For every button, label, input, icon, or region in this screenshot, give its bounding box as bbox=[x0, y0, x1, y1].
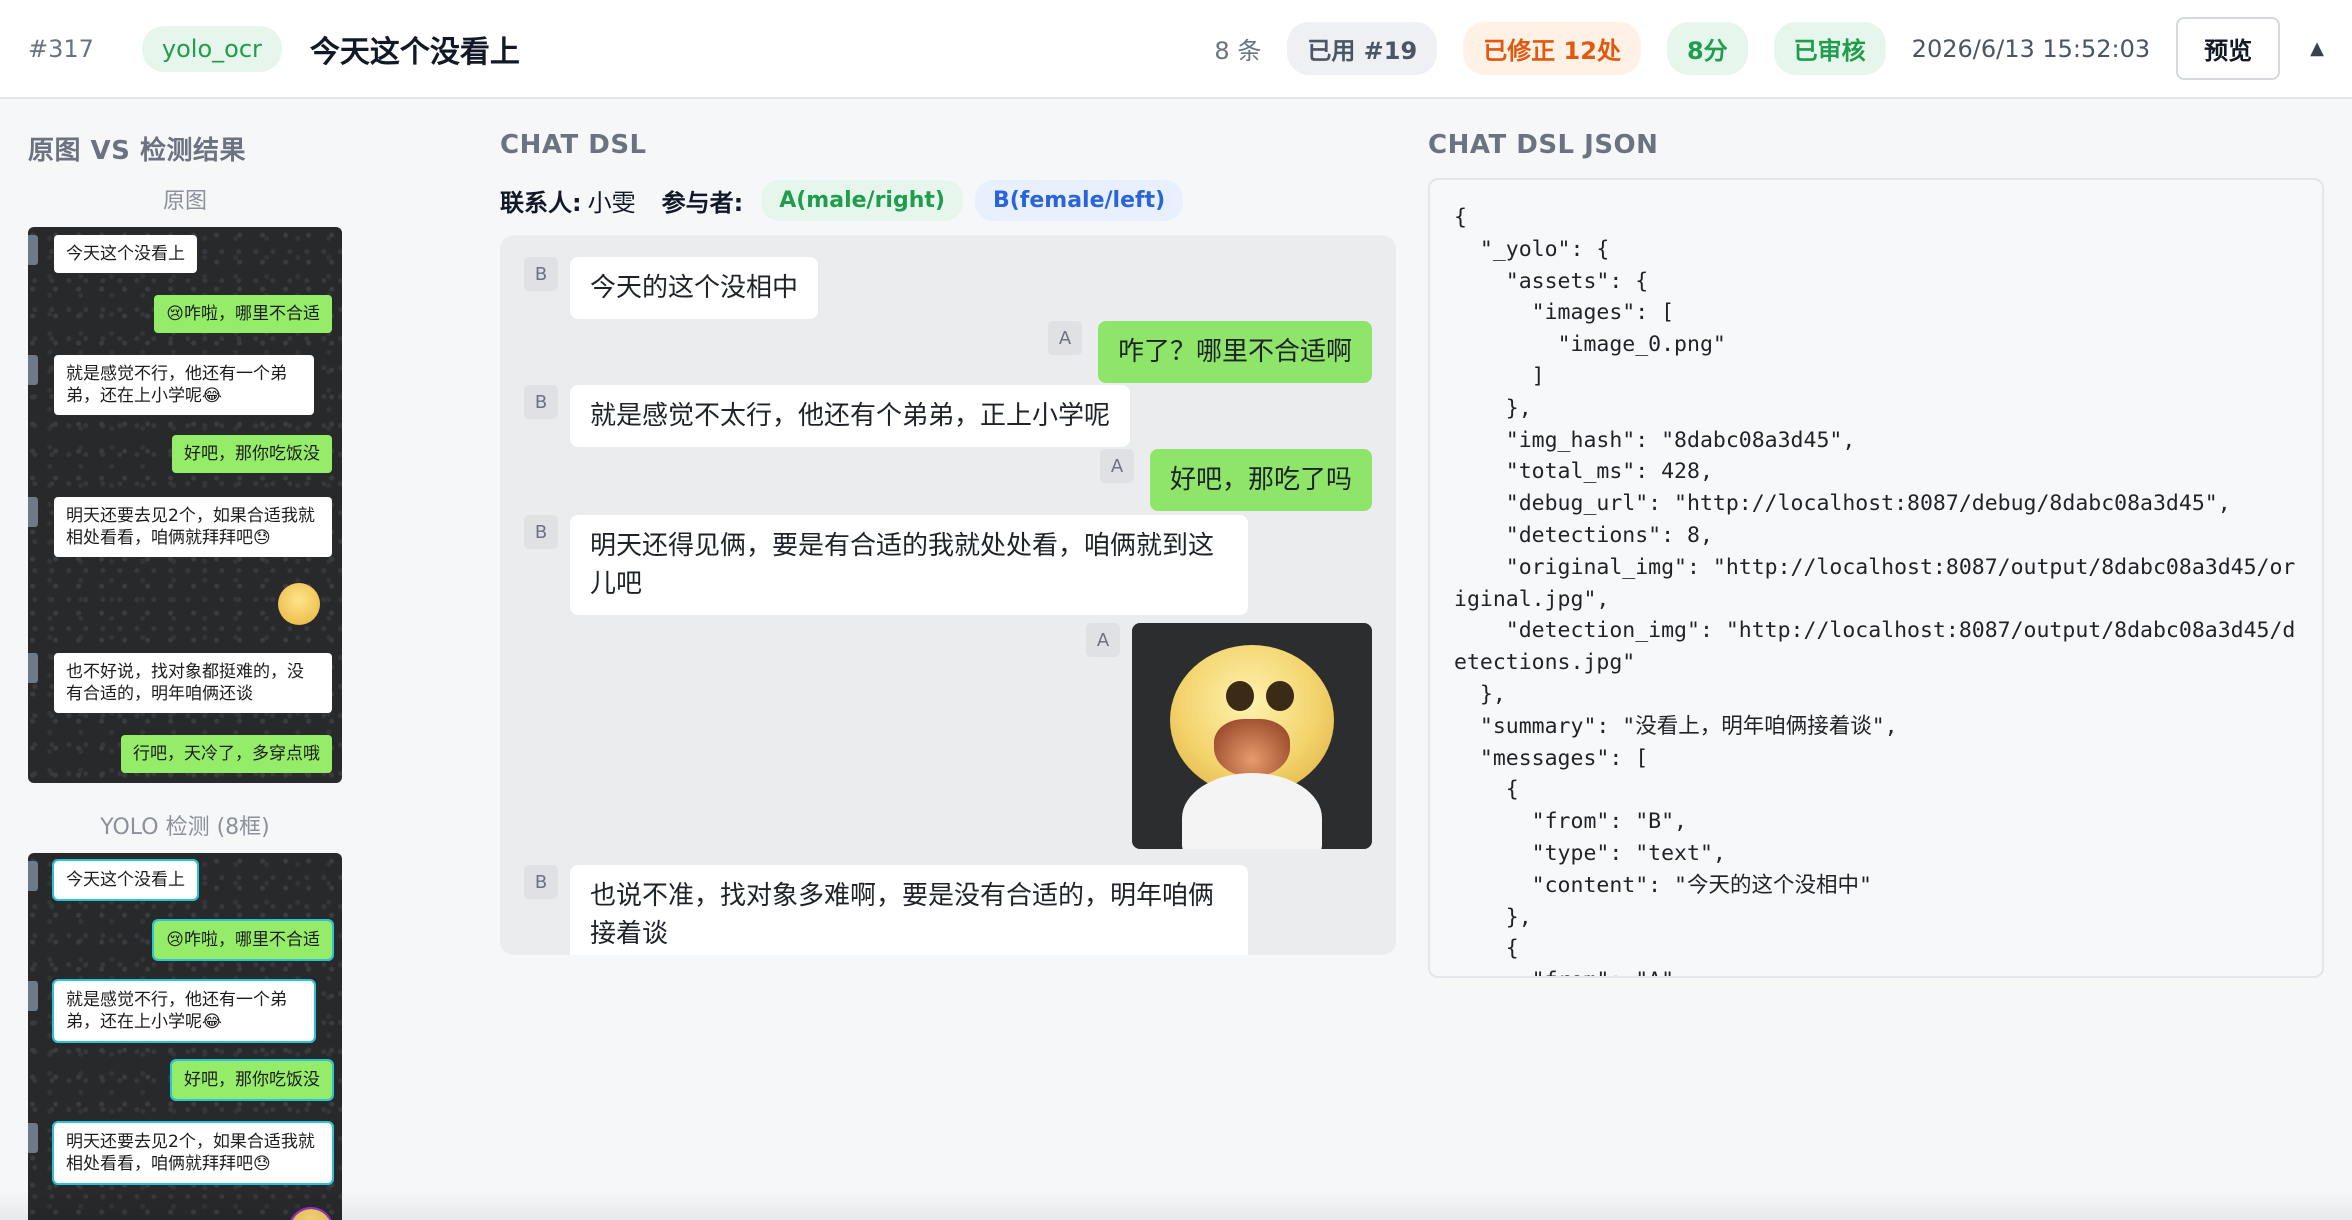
original-screenshot: 今天这个没看上 😢咋啦，哪里不合适 就是感觉不行，他还有一个弟弟，还在上小学呢😂… bbox=[28, 227, 342, 783]
mini-bubble: 就是感觉不行，他还有一个弟弟，还在上小学呢😂 bbox=[54, 355, 314, 415]
record-title: 今天这个没看上 bbox=[309, 34, 520, 70]
message-bubble: 好吧，那吃了吗 bbox=[1149, 449, 1372, 511]
speaker-tag: B bbox=[524, 257, 558, 291]
detection-box: 明天还要去见2个，如果合适我就相处看看，咱俩就拜拜吧😓 bbox=[52, 1121, 334, 1185]
avatar bbox=[28, 235, 38, 265]
message-bubble: 就是感觉不太行，他还有个弟弟，正上小学呢 bbox=[570, 385, 1131, 447]
participants-row: 联系人: 小雯 参与者: A(male/right) B(female/left… bbox=[500, 180, 1396, 221]
sticker-eye bbox=[1266, 681, 1294, 711]
status-badge: 已审核 bbox=[1773, 22, 1886, 75]
speaker-tag: B bbox=[524, 865, 558, 899]
detection-caption: YOLO 检测 (8框) bbox=[100, 815, 270, 840]
message-bubble: 咋了？哪里不合适啊 bbox=[1097, 321, 1372, 383]
avatar bbox=[28, 1123, 38, 1153]
json-panel: CHAT DSL JSON { "_yolo": { "assets": { "… bbox=[1428, 130, 2324, 978]
mini-bubble: 今天这个没看上 bbox=[54, 235, 197, 273]
avatar bbox=[28, 497, 38, 527]
json-title: CHAT DSL JSON bbox=[1428, 130, 1659, 160]
header-meta: 8 条 已用 #19 已修正 12处 8分 已审核 2026/6/13 15:5… bbox=[1214, 17, 2324, 80]
participants-label: 参与者: bbox=[661, 189, 744, 217]
message-bubble: 明天还得见俩，要是有合适的我就处处看，咱俩就到这儿吧 bbox=[570, 515, 1248, 615]
mini-bubble: 行吧，天冷了，多穿点哦 bbox=[121, 735, 332, 773]
comparison-title: 原图 VS 检测结果 bbox=[28, 136, 246, 166]
record-id: #317 bbox=[28, 34, 94, 63]
json-text: { "_yolo": { "assets": { "images": [ "im… bbox=[1454, 205, 2296, 976]
mini-bubble: 也不好说，找对象都挺难的，没有合适的，明年咱俩还谈 bbox=[54, 653, 332, 713]
sticker-body bbox=[1182, 773, 1322, 849]
avatar bbox=[28, 653, 38, 683]
used-badge: 已用 #19 bbox=[1287, 22, 1438, 75]
chat-preview: B 今天的这个没相中 A 咋了？哪里不合适啊 B 就是感觉不太行，他还有个弟弟，… bbox=[500, 235, 1396, 955]
corrected-badge: 已修正 12处 bbox=[1463, 22, 1641, 75]
chat-dsl-panel: CHAT DSL 联系人: 小雯 参与者: A(male/right) B(fe… bbox=[500, 130, 1396, 955]
preview-button[interactable]: 预览 bbox=[2176, 17, 2281, 80]
contact-label: 联系人: bbox=[500, 189, 582, 217]
sticker-eye bbox=[1226, 681, 1254, 711]
collapse-icon[interactable]: ▲ bbox=[2310, 38, 2324, 59]
timestamp: 2026/6/13 15:52:03 bbox=[1911, 34, 2151, 63]
speaker-tag: B bbox=[524, 385, 558, 419]
source-tag: yolo_ocr bbox=[141, 25, 282, 72]
sticker-mouth bbox=[1214, 719, 1290, 777]
detection-box: 今天这个没看上 bbox=[52, 859, 199, 901]
comparison-panel: 原图 VS 检测结果 原图 今天这个没看上 😢咋啦，哪里不合适 就是感觉不行，他… bbox=[28, 130, 448, 1220]
mini-bubble: 好吧，那你吃饭没 bbox=[172, 435, 332, 473]
participant-b-badge: B(female/left) bbox=[974, 180, 1184, 221]
message-bubble: 也说不准，找对象多难啊，要是没有合适的，明年咱俩接着谈 bbox=[570, 865, 1248, 955]
speaker-tag: A bbox=[1048, 321, 1082, 355]
top-bar: #317 yolo_ocr 今天这个没看上 8 条 已用 #19 已修正 12处… bbox=[0, 0, 2352, 99]
bottom-shadow bbox=[0, 1190, 2352, 1220]
detection-box: 就是感觉不行，他还有一个弟弟，还在上小学呢😂 bbox=[52, 979, 316, 1043]
contact-name: 小雯 bbox=[587, 189, 636, 217]
avatar bbox=[28, 861, 38, 891]
detection-box: 好吧，那你吃饭没 bbox=[170, 1059, 334, 1101]
score-badge: 8分 bbox=[1666, 22, 1748, 75]
speaker-tag: B bbox=[524, 515, 558, 549]
message-bubble: 今天的这个没相中 bbox=[570, 257, 819, 319]
avatar bbox=[28, 981, 38, 1011]
detection-screenshot: 今天这个没看上 😢咋啦，哪里不合适 就是感觉不行，他还有一个弟弟，还在上小学呢😂… bbox=[28, 853, 342, 1220]
chat-dsl-title: CHAT DSL bbox=[500, 130, 647, 160]
original-caption: 原图 bbox=[162, 189, 207, 214]
mini-bubble: 😢咋啦，哪里不合适 bbox=[154, 295, 332, 333]
json-viewer[interactable]: { "_yolo": { "assets": { "images": [ "im… bbox=[1428, 178, 2324, 978]
speaker-tag: A bbox=[1100, 449, 1134, 483]
mini-bubble: 明天还要去见2个，如果合适我就相处看看，咱俩就拜拜吧😓 bbox=[54, 497, 332, 557]
speaker-tag: A bbox=[1086, 623, 1120, 657]
message-count: 8 条 bbox=[1214, 37, 1262, 65]
crying-face-icon bbox=[278, 583, 320, 625]
detection-box: 😢咋啦，哪里不合适 bbox=[152, 919, 334, 961]
avatar bbox=[28, 355, 38, 385]
sticker-image bbox=[1132, 623, 1372, 849]
participant-a-badge: A(male/right) bbox=[761, 180, 963, 221]
